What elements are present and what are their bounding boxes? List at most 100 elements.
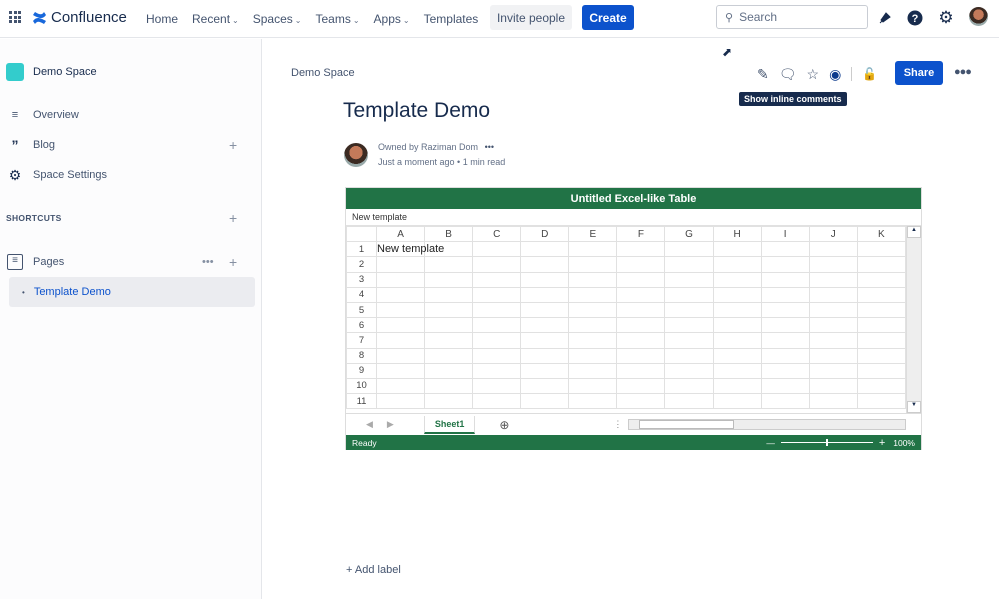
column-header[interactable]: B xyxy=(425,227,473,242)
cell-A3[interactable] xyxy=(377,272,425,287)
help-icon[interactable]: ? xyxy=(906,9,924,27)
cell-E11[interactable] xyxy=(569,394,617,409)
app-switcher-icon[interactable] xyxy=(9,11,21,23)
cell-E3[interactable] xyxy=(569,272,617,287)
cell-I2[interactable] xyxy=(761,257,809,272)
cell-B11[interactable] xyxy=(425,394,473,409)
cell-C11[interactable] xyxy=(473,394,521,409)
vertical-scrollbar[interactable]: ▲ ▼ xyxy=(906,226,921,413)
cell-K9[interactable] xyxy=(857,363,905,378)
cell-E1[interactable] xyxy=(569,242,617,257)
sheet-tab[interactable]: Sheet1 xyxy=(424,416,476,434)
cell-D9[interactable] xyxy=(521,363,569,378)
nav-spaces[interactable]: Spaces⌄ xyxy=(253,12,302,26)
cell-D2[interactable] xyxy=(521,257,569,272)
cell-K3[interactable] xyxy=(857,272,905,287)
scroll-thumb[interactable] xyxy=(639,420,734,429)
column-header[interactable]: K xyxy=(857,227,905,242)
sidebar-item-pages[interactable]: ≡ Pages ••• + xyxy=(0,253,262,271)
cell-C7[interactable] xyxy=(473,333,521,348)
cell-I10[interactable] xyxy=(761,378,809,393)
cell-I5[interactable] xyxy=(761,302,809,317)
more-icon[interactable]: ••• xyxy=(202,256,214,268)
cell-F3[interactable] xyxy=(617,272,665,287)
cell-A6[interactable] xyxy=(377,318,425,333)
cell-E4[interactable] xyxy=(569,287,617,302)
column-header[interactable]: A xyxy=(377,227,425,242)
cell-C2[interactable] xyxy=(473,257,521,272)
cell-C4[interactable] xyxy=(473,287,521,302)
cell-B9[interactable] xyxy=(425,363,473,378)
create-button[interactable]: Create xyxy=(582,5,634,30)
cell-E7[interactable] xyxy=(569,333,617,348)
cell-B7[interactable] xyxy=(425,333,473,348)
cell-A11[interactable] xyxy=(377,394,425,409)
cell-I8[interactable] xyxy=(761,348,809,363)
cell-G11[interactable] xyxy=(665,394,713,409)
cell-J2[interactable] xyxy=(809,257,857,272)
sidebar-item-blog[interactable]: ” Blog + xyxy=(0,137,262,153)
cell-I9[interactable] xyxy=(761,363,809,378)
star-icon[interactable]: ☆ xyxy=(807,66,820,83)
cell-A4[interactable] xyxy=(377,287,425,302)
row-header[interactable]: 2 xyxy=(347,257,377,272)
cell-H6[interactable] xyxy=(713,318,761,333)
cell-B10[interactable] xyxy=(425,378,473,393)
column-header[interactable]: I xyxy=(761,227,809,242)
row-header[interactable]: 10 xyxy=(347,378,377,393)
sidebar-item-space-settings[interactable]: ⚙ Space Settings xyxy=(0,167,262,183)
cell-H9[interactable] xyxy=(713,363,761,378)
prev-sheet-icon[interactable]: ◀ xyxy=(366,419,373,430)
column-header[interactable]: G xyxy=(665,227,713,242)
cell-E2[interactable] xyxy=(569,257,617,272)
next-sheet-icon[interactable]: ▶ xyxy=(387,419,394,430)
notifications-icon[interactable] xyxy=(876,9,894,27)
add-shortcut-icon[interactable]: + xyxy=(229,210,237,226)
cell-G7[interactable] xyxy=(665,333,713,348)
row-header[interactable]: 7 xyxy=(347,333,377,348)
cell-H8[interactable] xyxy=(713,348,761,363)
invite-people-button[interactable]: Invite people xyxy=(490,5,572,30)
nav-teams[interactable]: Teams⌄ xyxy=(315,12,359,26)
cell-D8[interactable] xyxy=(521,348,569,363)
cell-I6[interactable] xyxy=(761,318,809,333)
cell-J4[interactable] xyxy=(809,287,857,302)
cell-J6[interactable] xyxy=(809,318,857,333)
column-header[interactable]: E xyxy=(569,227,617,242)
cell-G3[interactable] xyxy=(665,272,713,287)
cell-I4[interactable] xyxy=(761,287,809,302)
cell-A8[interactable] xyxy=(377,348,425,363)
cell-D7[interactable] xyxy=(521,333,569,348)
cell-D4[interactable] xyxy=(521,287,569,302)
cell-B4[interactable] xyxy=(425,287,473,302)
owner[interactable]: Owned by Raziman Dom xyxy=(378,142,478,152)
cell-F9[interactable] xyxy=(617,363,665,378)
cell-I7[interactable] xyxy=(761,333,809,348)
page-tree-item[interactable]: • Template Demo xyxy=(9,277,255,307)
breadcrumb[interactable]: Demo Space xyxy=(291,67,355,79)
cell-D11[interactable] xyxy=(521,394,569,409)
cell-D3[interactable] xyxy=(521,272,569,287)
cell-E6[interactable] xyxy=(569,318,617,333)
cell-K2[interactable] xyxy=(857,257,905,272)
splitter-icon[interactable]: ⋮ xyxy=(613,419,622,430)
cell-B8[interactable] xyxy=(425,348,473,363)
cell-G2[interactable] xyxy=(665,257,713,272)
cell-E5[interactable] xyxy=(569,302,617,317)
cell-C1[interactable] xyxy=(473,242,521,257)
cell-F5[interactable] xyxy=(617,302,665,317)
cell-F1[interactable] xyxy=(617,242,665,257)
search-input[interactable]: ⚲ Search xyxy=(716,5,868,29)
cell-A5[interactable] xyxy=(377,302,425,317)
cell-D10[interactable] xyxy=(521,378,569,393)
cell-B5[interactable] xyxy=(425,302,473,317)
column-header[interactable]: D xyxy=(521,227,569,242)
sidebar-item-overview[interactable]: ≡ Overview xyxy=(0,107,262,123)
column-header[interactable]: F xyxy=(617,227,665,242)
author-avatar[interactable] xyxy=(344,143,368,167)
row-header[interactable]: 11 xyxy=(347,394,377,409)
cell-G5[interactable] xyxy=(665,302,713,317)
row-header[interactable]: 5 xyxy=(347,302,377,317)
cell-C5[interactable] xyxy=(473,302,521,317)
cell-F2[interactable] xyxy=(617,257,665,272)
